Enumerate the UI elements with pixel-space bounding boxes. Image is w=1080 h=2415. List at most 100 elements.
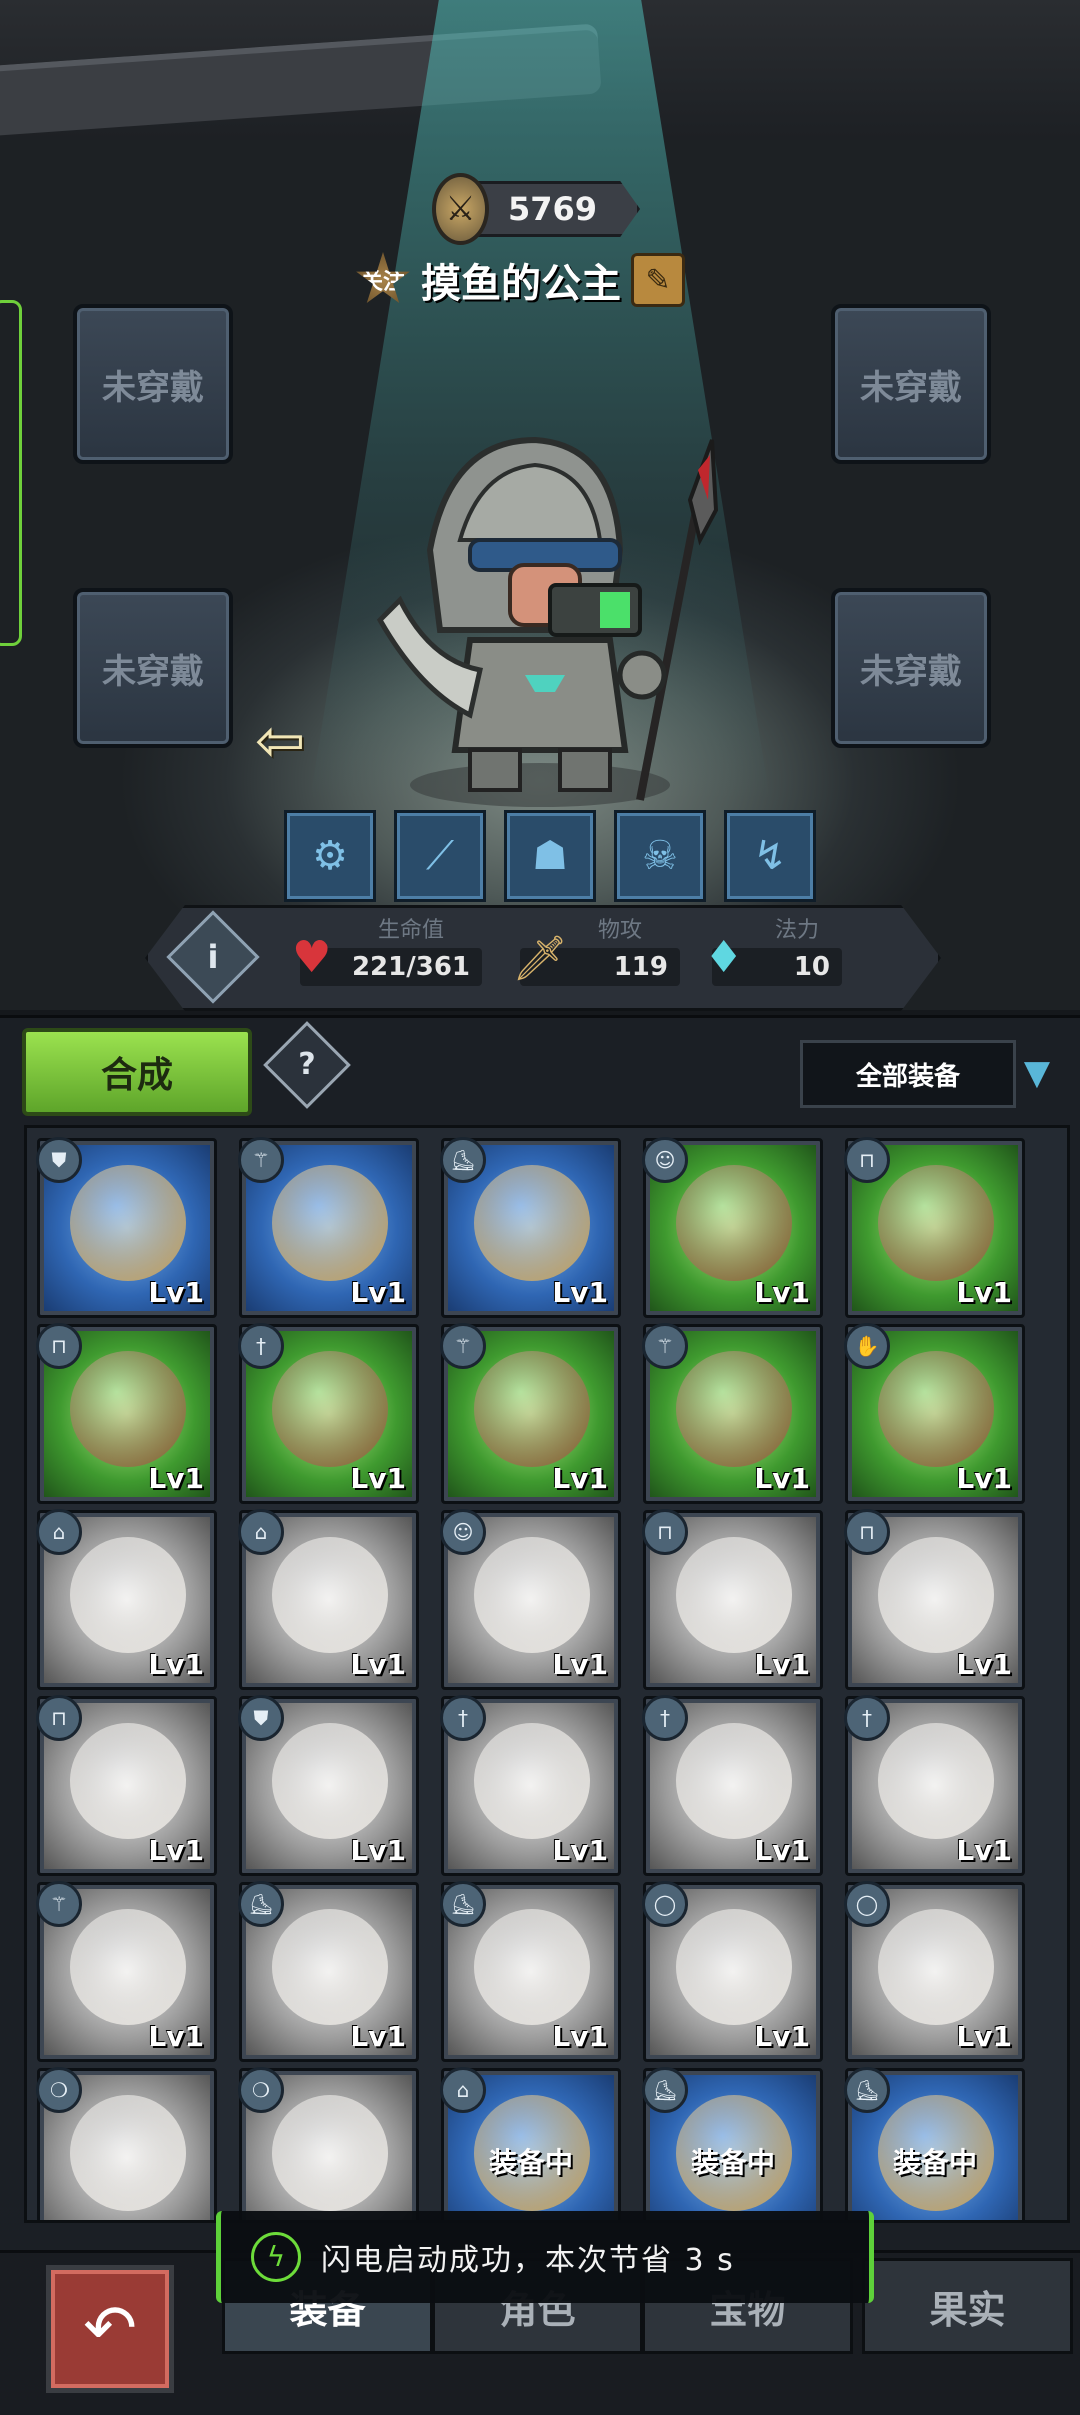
item-level: Lv1 (350, 1276, 406, 1309)
necklace-type-icon: ❍ (238, 2067, 284, 2113)
hero-character (376, 436, 719, 807)
staff-type-icon: ⚚ (440, 1323, 486, 1369)
inventory-item[interactable]: ⌂ 装备中 (440, 2067, 621, 2220)
ghost-book-skill-icon[interactable]: ☗ (504, 810, 596, 902)
inventory-item[interactable]: ⊓ Lv1 (642, 1509, 823, 1690)
spear-skill-icon[interactable]: ⟋ (394, 810, 486, 902)
white-mask-icon (676, 1165, 792, 1281)
stat-attack: 物攻 119 🗡 (512, 912, 680, 986)
equip-slot-right-bottom[interactable]: 未穿戴 (831, 588, 991, 748)
slash-skill-icon[interactable]: ↯ (724, 810, 816, 902)
inventory-item[interactable]: ⛸ Lv1 (440, 1881, 621, 2062)
equipment-filter-select[interactable]: 全部装备 (800, 1040, 1016, 1108)
stat-hp: 生命值 221/361 ♥ (292, 912, 482, 986)
inventory-item[interactable]: ⚚ Lv1 (440, 1323, 621, 1504)
inventory-item[interactable]: ⚚ Lv1 (238, 1137, 419, 1318)
inventory-item[interactable]: ◯ Lv1 (642, 1881, 823, 2062)
craft-button[interactable]: 合成 (22, 1028, 252, 1116)
fluffy-pants-icon (878, 1537, 994, 1653)
pants-type-icon: ⊓ (36, 1695, 82, 1741)
bunny-hood-icon (70, 1537, 186, 1653)
item-level: Lv1 (148, 1648, 204, 1681)
necklace-type-icon: ❍ (36, 2067, 82, 2113)
edit-name-icon[interactable]: ✎ (631, 253, 685, 307)
inventory-item[interactable]: ⛸ Lv1 (238, 1881, 419, 2062)
boots-type-icon: ⛸ (440, 1881, 486, 1927)
armor-type-icon: ⛊ (36, 1137, 82, 1183)
side-panel-tab[interactable] (0, 300, 22, 646)
inventory-item[interactable]: † Lv1 (440, 1695, 621, 1876)
flame-icon: ♦ (704, 932, 744, 983)
pants-type-icon: ⊓ (36, 1323, 82, 1369)
inventory-item[interactable]: ⚚ Lv1 (642, 1323, 823, 1504)
gatling-skill-icon[interactable]: ⚙ (284, 810, 376, 902)
lantern-staff-icon (676, 1351, 792, 1467)
item-level: Lv1 (350, 2020, 406, 2053)
return-arrow-icon: ↶ (83, 2292, 137, 2366)
back-button[interactable]: ↶ (46, 2265, 174, 2393)
equipped-label: 装备中 (892, 2146, 977, 2179)
inventory-item[interactable]: ◯ Lv1 (844, 1881, 1025, 2062)
item-level: Lv1 (956, 1462, 1012, 1495)
tab-fruit[interactable]: 果实 (862, 2258, 1073, 2354)
player-name: 摸鱼的公主 (421, 261, 621, 307)
power-badge: ⚔ 5769 (432, 173, 640, 245)
arrow-left-icon[interactable]: ⇦ (255, 711, 333, 771)
equip-slot-left-bottom[interactable]: 未穿戴 (73, 588, 233, 748)
wooden-round-shield-icon (272, 1723, 388, 1839)
item-level: Lv1 (552, 2020, 608, 2053)
demon-skill-icon[interactable]: ☠ (614, 810, 706, 902)
lightning-icon: ϟ (251, 2232, 301, 2282)
pants-type-icon: ⊓ (844, 1509, 890, 1555)
inventory-item[interactable]: ⛊ Lv1 (238, 1695, 419, 1876)
item-level: Lv1 (552, 1834, 608, 1867)
inventory-item[interactable]: ⛊ Lv1 (36, 1137, 217, 1318)
inventory-item[interactable]: † Lv1 (844, 1695, 1025, 1876)
winged-shield-icon (70, 1165, 186, 1281)
item-level: Lv1 (754, 1276, 810, 1309)
leather-pants-icon (70, 1351, 186, 1467)
item-level: Lv1 (148, 2020, 204, 2053)
boots-type-icon: ⛸ (642, 2067, 688, 2113)
power-value: 5769 (474, 181, 640, 237)
inventory-item[interactable]: ⊓ Lv1 (36, 1323, 217, 1504)
pants-type-icon: ⊓ (844, 1137, 890, 1183)
crystal-necklace-icon (272, 2095, 388, 2211)
boots-type-icon: ⛸ (440, 1137, 486, 1183)
follow-star-button[interactable]: 关注 (356, 252, 410, 303)
staff-type-icon: ⚚ (36, 1881, 82, 1927)
sword-type-icon: † (844, 1695, 890, 1741)
inventory-item[interactable]: ☺ Lv1 (642, 1137, 823, 1318)
inventory-item[interactable]: ❍ (36, 2067, 217, 2220)
heart-icon: ♥ (292, 932, 332, 983)
inventory-item[interactable]: ⛸ 装备中 (844, 2067, 1025, 2220)
inventory-item[interactable]: ⌂ Lv1 (238, 1509, 419, 1690)
equip-slot-right-top[interactable]: 未穿戴 (831, 304, 991, 464)
boots-type-icon: ⛸ (844, 2067, 890, 2113)
wooden-dagger-icon (878, 1723, 994, 1839)
chevron-down-icon[interactable]: ▼ (1014, 1040, 1060, 1108)
wooden-staff-icon (272, 1165, 388, 1281)
inventory-item[interactable]: ❍ (238, 2067, 419, 2220)
item-level: Lv1 (754, 1462, 810, 1495)
inventory-item[interactable]: ☺ Lv1 (440, 1509, 621, 1690)
equipment-grid: ⛊ Lv1 ⚚ Lv1 ⛸ Lv1 ☺ Lv1 ⊓ Lv1 ⊓ Lv1 † Lv1 ⚚ Lv1 ⚚ Lv1 ✋ Lv1… (24, 1125, 1070, 2223)
inventory-item[interactable]: ⚚ Lv1 (36, 1881, 217, 2062)
inventory-item[interactable]: ⊓ Lv1 (844, 1509, 1025, 1690)
inventory-item[interactable]: ⛸ Lv1 (440, 1137, 621, 1318)
inventory-item[interactable]: ✋ Lv1 (844, 1323, 1025, 1504)
inventory-item[interactable]: † Lv1 (238, 1323, 419, 1504)
inventory-item[interactable]: † Lv1 (642, 1695, 823, 1876)
leather-pants-icon (878, 1165, 994, 1281)
inventory-item[interactable]: ⛸ 装备中 (642, 2067, 823, 2220)
mask-type-icon: ☺ (642, 1137, 688, 1183)
inventory-item[interactable]: ⌂ Lv1 (36, 1509, 217, 1690)
inventory-item[interactable]: ⊓ Lv1 (844, 1137, 1025, 1318)
white-shoes-icon (272, 1909, 388, 2025)
equip-slot-left-top[interactable]: 未穿戴 (73, 304, 233, 464)
item-level: Lv1 (350, 1834, 406, 1867)
fluffy-pants-icon (676, 1537, 792, 1653)
inventory-item[interactable]: ⊓ Lv1 (36, 1695, 217, 1876)
hat-type-icon: ⌂ (440, 2067, 486, 2113)
mask-type-icon: ☺ (440, 1509, 486, 1555)
